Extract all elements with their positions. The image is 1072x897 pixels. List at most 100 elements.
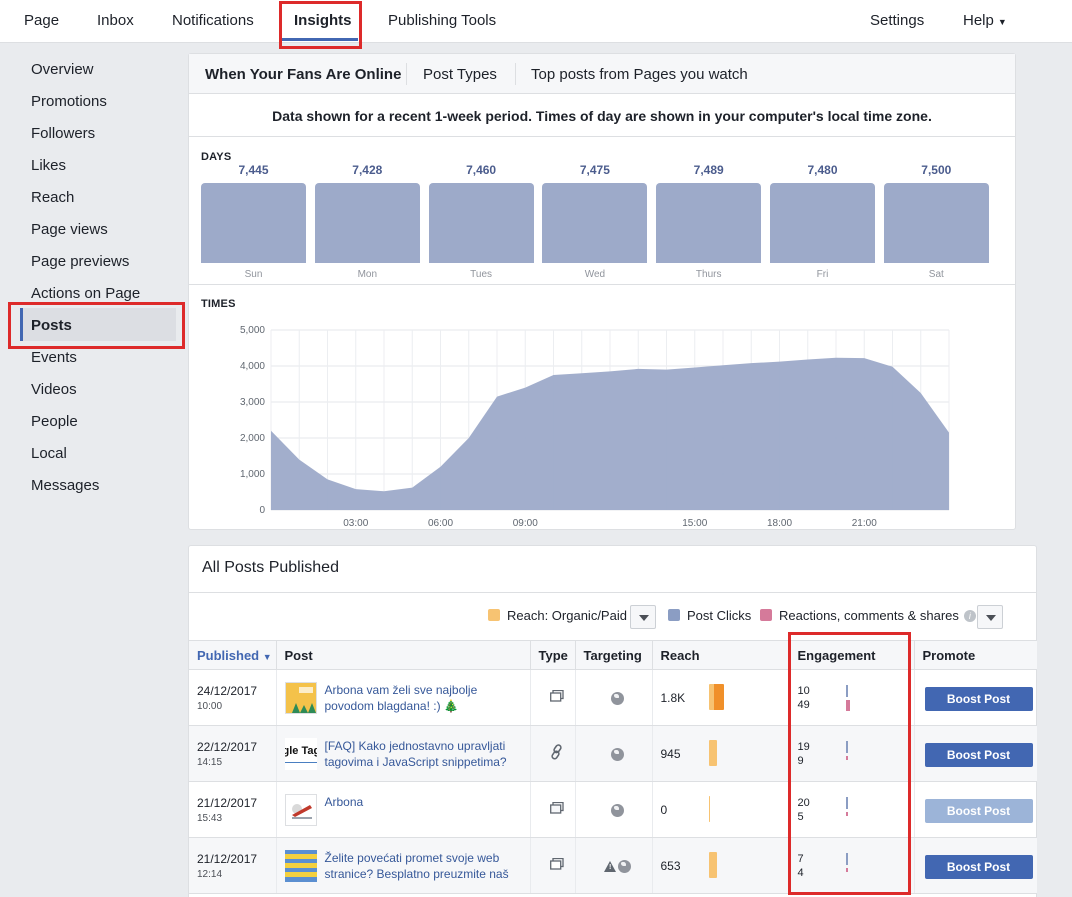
nav-inbox[interactable]: Inbox bbox=[97, 12, 134, 29]
sidebar-item-followers[interactable]: Followers bbox=[31, 125, 95, 142]
sidebar-item-local[interactable]: Local bbox=[31, 445, 67, 462]
nav-insights[interactable]: Insights bbox=[294, 12, 352, 29]
day-name-label: Fri bbox=[816, 269, 829, 280]
link-type-icon bbox=[550, 744, 562, 760]
sidebar-item-reach[interactable]: Reach bbox=[31, 189, 74, 206]
legend-reactions-label: Reactions, comments & shares bbox=[779, 608, 959, 623]
x-tick-label: 09:00 bbox=[513, 518, 538, 529]
day-bar[interactable] bbox=[428, 183, 534, 263]
engagement-values: 10 49 bbox=[798, 684, 810, 712]
sidebar-item-page-previews[interactable]: Page previews bbox=[31, 253, 129, 270]
day-bar[interactable] bbox=[883, 183, 989, 263]
targeting-cell bbox=[575, 725, 653, 782]
day-value-label: 7,475 bbox=[579, 163, 610, 177]
section-divider bbox=[189, 284, 1015, 285]
help-label: Help bbox=[963, 12, 994, 29]
post-link[interactable]: Arbona bbox=[325, 794, 525, 810]
published-cell: 21/12/2017 15:43 bbox=[189, 781, 277, 838]
nav-page[interactable]: Page bbox=[24, 12, 59, 29]
col-targeting[interactable]: Targeting bbox=[575, 640, 653, 670]
boost-post-button[interactable]: Boost Post bbox=[924, 687, 1033, 711]
x-tick-label: 06:00 bbox=[428, 518, 453, 529]
day-name-label: Tues bbox=[470, 269, 493, 280]
timezone-notice: Data shown for a recent 1-week period. T… bbox=[189, 95, 1015, 137]
day-bar[interactable] bbox=[656, 183, 762, 263]
col-engagement[interactable]: Engagement bbox=[789, 640, 915, 670]
engagement-cell: 10 49 bbox=[789, 669, 915, 726]
post-time: 15:43 bbox=[197, 812, 223, 824]
day-bar[interactable] bbox=[201, 183, 306, 263]
reactions-value: 5 bbox=[797, 811, 804, 823]
engagement-cell: 20 5 bbox=[789, 781, 915, 838]
warning-icon: ! bbox=[604, 861, 616, 873]
post-link[interactable]: [FAQ] Kako jednostavno upravljati tagovi… bbox=[325, 738, 525, 770]
sidebar-item-people[interactable]: People bbox=[31, 413, 78, 430]
nav-notifications[interactable]: Notifications bbox=[172, 12, 254, 29]
sidebar-item-page-views[interactable]: Page views bbox=[31, 221, 108, 238]
all-posts-panel: All Posts Published Reach: Organic/Paid … bbox=[188, 545, 1037, 897]
tab-post-types[interactable]: Post Types bbox=[423, 66, 497, 83]
y-tick-label: 3,000 bbox=[240, 397, 265, 408]
sidebar-item-likes[interactable]: Likes bbox=[31, 157, 66, 174]
post-date: 21/12/2017 bbox=[197, 851, 258, 866]
targeting-cell bbox=[575, 781, 653, 838]
col-reach[interactable]: Reach bbox=[652, 640, 790, 670]
reach-bar bbox=[708, 852, 717, 878]
legend-swatch-reactions bbox=[760, 609, 772, 621]
caret-down-icon: ▼ bbox=[997, 17, 1007, 27]
tab-when-fans-online[interactable]: When Your Fans Are Online bbox=[205, 66, 401, 83]
post-clicks-bar bbox=[845, 853, 848, 865]
sidebar-item-messages[interactable]: Messages bbox=[31, 477, 99, 494]
promote-cell: Boost Post bbox=[914, 725, 1037, 782]
col-post[interactable]: Post bbox=[276, 640, 531, 670]
nav-settings[interactable]: Settings bbox=[870, 12, 924, 29]
tab-top-posts-pages[interactable]: Top posts from Pages you watch bbox=[531, 66, 748, 83]
active-tab-indicator bbox=[282, 38, 358, 41]
legend-swatch-reach bbox=[488, 609, 500, 621]
sidebar-item-actions-on-page[interactable]: Actions on Page bbox=[31, 285, 140, 302]
col-type[interactable]: Type bbox=[530, 640, 576, 670]
reach-value: 1.8K bbox=[660, 691, 686, 705]
post-thumbnail[interactable] bbox=[284, 794, 317, 826]
public-globe-icon bbox=[618, 860, 631, 874]
post-time: 14:15 bbox=[197, 756, 223, 768]
legend-swatch-clicks bbox=[668, 609, 680, 621]
legend-clicks-label: Post Clicks bbox=[687, 608, 752, 623]
post-thumbnail[interactable] bbox=[284, 850, 317, 882]
day-bar[interactable] bbox=[314, 183, 420, 263]
reactions-bar bbox=[845, 812, 848, 816]
boost-post-button[interactable]: Boost Post bbox=[924, 743, 1033, 767]
reactions-bar bbox=[845, 756, 848, 760]
sidebar-item-overview[interactable]: Overview bbox=[31, 61, 94, 78]
reach-bar bbox=[708, 796, 710, 822]
post-thumbnail[interactable] bbox=[284, 682, 317, 714]
public-globe-icon bbox=[611, 692, 624, 706]
boost-post-button[interactable]: Boost Post bbox=[924, 855, 1033, 879]
post-date: 22/12/2017 bbox=[197, 739, 258, 754]
post-thumbnail[interactable]: gle Tag bbox=[284, 738, 317, 770]
day-bar[interactable] bbox=[770, 183, 875, 263]
day-value-label: 7,500 bbox=[921, 163, 952, 177]
reach-metric-dropdown[interactable] bbox=[630, 605, 656, 629]
sidebar-item-posts[interactable]: Posts bbox=[31, 317, 72, 334]
nav-publishing-tools[interactable]: Publishing Tools bbox=[388, 12, 496, 29]
day-value-label: 7,428 bbox=[352, 163, 383, 177]
insights-subtabs: When Your Fans Are Online Post Types Top… bbox=[189, 54, 1015, 94]
engagement-metric-dropdown[interactable] bbox=[977, 605, 1003, 629]
nav-help[interactable]: Help ▼ bbox=[963, 12, 1007, 29]
post-link[interactable]: Želite povećati promet svoje web stranic… bbox=[325, 850, 525, 882]
col-published[interactable]: Published ▼ bbox=[189, 640, 277, 670]
day-value-label: 7,445 bbox=[238, 163, 269, 177]
sidebar-item-events[interactable]: Events bbox=[31, 349, 77, 366]
x-tick-label: 15:00 bbox=[682, 518, 707, 529]
info-icon[interactable]: i bbox=[963, 610, 976, 622]
post-clicks-value: 10 bbox=[797, 685, 810, 697]
boost-post-button-disabled[interactable]: Boost Post bbox=[924, 799, 1033, 823]
day-bar[interactable] bbox=[542, 183, 648, 263]
post-clicks-value: 20 bbox=[797, 797, 810, 809]
times-area-chart: 0 1,000 2,000 3,000 4,000 5,000 03:00 06:00 09:0… bbox=[240, 325, 950, 529]
post-link[interactable]: Arbona vam želi sve najbolje povodom bla… bbox=[325, 682, 525, 714]
sort-desc-icon: ▼ bbox=[262, 651, 272, 662]
sidebar-item-videos[interactable]: Videos bbox=[31, 381, 77, 398]
sidebar-item-promotions[interactable]: Promotions bbox=[31, 93, 107, 110]
